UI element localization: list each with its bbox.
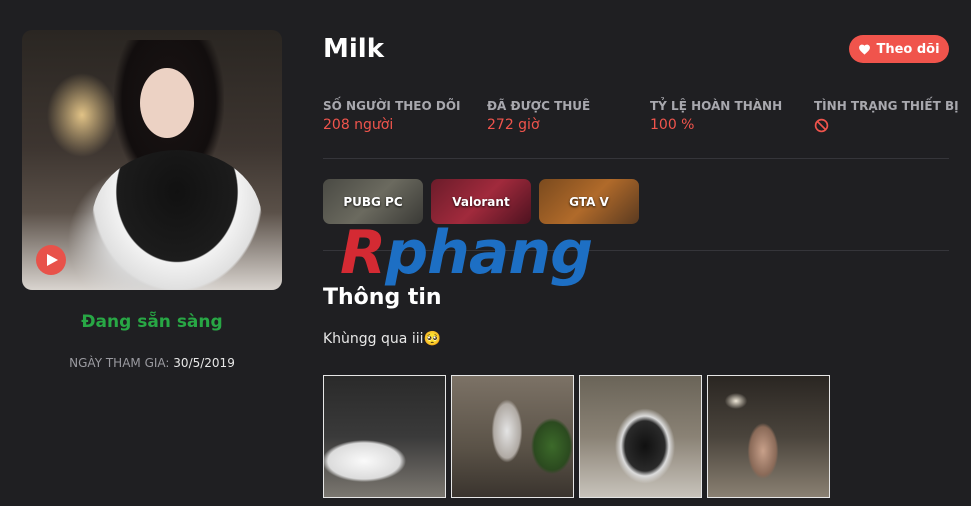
gallery-photo[interactable] [707,375,830,498]
watermark-first: R [340,218,386,288]
stat-value: 208 người [323,117,394,133]
divider [323,158,949,159]
gallery-photo[interactable] [579,375,702,498]
join-date-label: NGÀY THAM GIA: [69,356,170,370]
stat-value: 100 % [650,117,695,133]
bio-text: Khùngg qua iii🥺 [323,331,441,347]
stat-device-status: TÌNH TRẠNG THIẾT BỊ [814,99,959,133]
stat-label: ĐÃ ĐƯỢC THUÊ [487,99,591,113]
info-title: Thông tin [323,285,442,310]
availability-status: Đang sẵn sàng [81,312,223,332]
stat-label: TỶ LỆ HOÀN THÀNH [650,99,783,113]
avatar-dress [92,150,262,290]
profile-name: Milk [323,34,384,64]
follow-button[interactable]: Theo dõi [849,35,949,63]
stat-completion-rate: TỶ LỆ HOÀN THÀNH 100 % [650,99,782,133]
stat-hired-hours: ĐÃ ĐƯỢC THUÊ 272 giờ [487,99,590,133]
stat-label: SỐ NGƯỜI THEO DÕI [323,99,461,113]
join-date-row: NGÀY THAM GIA: 30/5/2019 [22,356,282,370]
ban-icon [814,118,829,133]
stat-label: TÌNH TRẠNG THIẾT BỊ [814,99,959,113]
watermark-logo: Rphang [340,218,640,288]
avatar-face [140,68,194,138]
follow-button-label: Theo dõi [876,41,940,57]
gallery-photo[interactable] [323,375,446,498]
play-voice-button[interactable] [36,245,66,275]
gallery-photo[interactable] [451,375,574,498]
stat-followers: SỐ NGƯỜI THEO DÕI 208 người [323,99,461,133]
stat-value: 272 giờ [487,117,540,133]
heart-icon [859,44,871,55]
play-icon [47,254,58,266]
join-date-value: 30/5/2019 [173,356,235,370]
stats-row: SỐ NGƯỜI THEO DÕI 208 người ĐÃ ĐƯỢC THUÊ… [323,99,959,139]
watermark-rest: phang [385,218,593,288]
